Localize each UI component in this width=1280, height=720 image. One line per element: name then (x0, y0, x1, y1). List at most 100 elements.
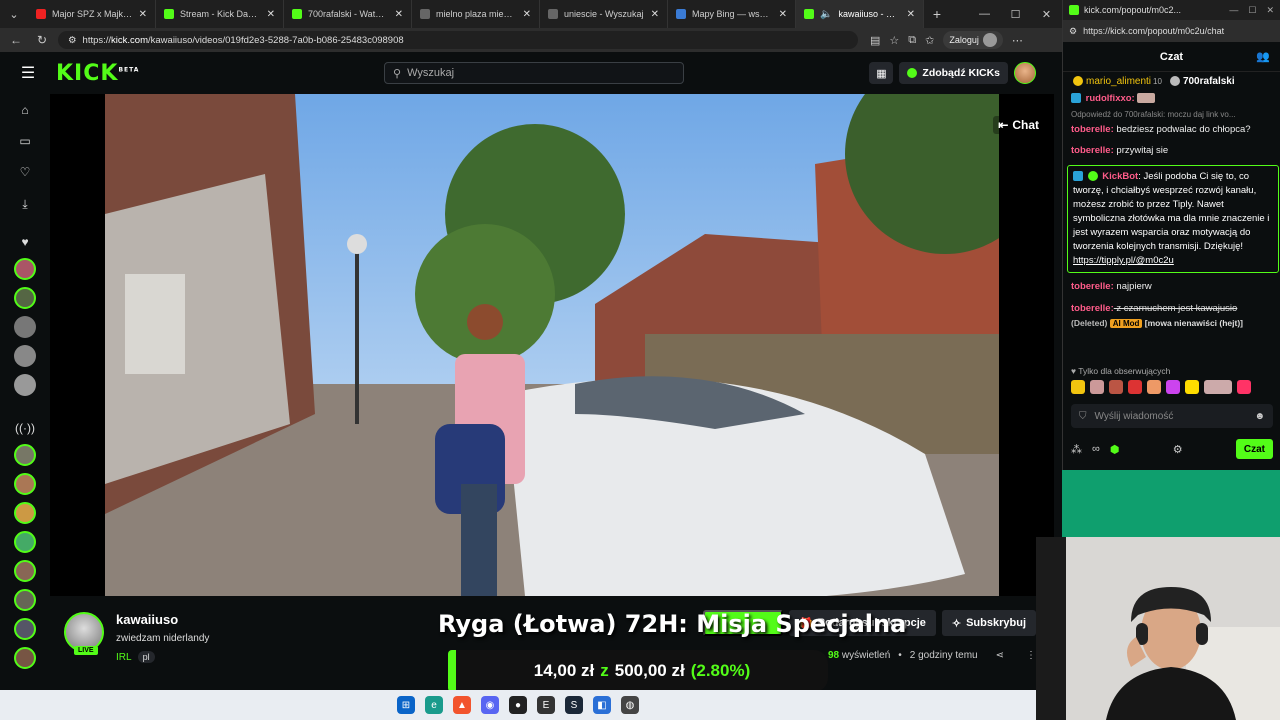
recommended-channel-avatar[interactable] (14, 589, 36, 611)
profile-login-button[interactable]: Zaloguj (943, 31, 1003, 49)
browser-tab[interactable]: 700rafalski - Watch the V ✕ (284, 0, 412, 28)
emote-icon[interactable] (1109, 380, 1123, 394)
emote-icon[interactable] (1237, 380, 1251, 394)
browser-tab[interactable]: Stream - Kick Dashboard ✕ (156, 0, 284, 28)
close-tab-icon[interactable]: ✕ (523, 9, 531, 20)
close-tab-icon[interactable]: ✕ (907, 9, 915, 20)
streamer-name[interactable]: kawaiiuso (116, 612, 178, 627)
chat-username[interactable]: rudolfixxo: (1086, 93, 1135, 104)
app-icon[interactable]: ◍ (621, 696, 639, 714)
recommended-channel-avatar[interactable] (14, 618, 36, 640)
chat-username[interactable]: toberelle: (1071, 303, 1114, 314)
maximize-icon[interactable]: ☐ (1000, 8, 1031, 21)
emote-icon[interactable] (1090, 380, 1104, 394)
reply-context[interactable]: Odpowiedź do 700rafalski: moczu daj link… (1071, 108, 1275, 122)
obs-icon[interactable]: ● (509, 696, 527, 714)
emote-icon[interactable] (1128, 380, 1142, 394)
chat-username[interactable]: toberelle: (1071, 281, 1114, 292)
followed-channel-avatar[interactable] (14, 345, 36, 367)
back-arrow-icon[interactable]: ← (6, 33, 26, 47)
emoji-picker-icon[interactable]: ☻ (1254, 411, 1265, 422)
edge-icon[interactable]: e (425, 696, 443, 714)
language-tag[interactable]: pl (137, 651, 155, 663)
close-tab-icon[interactable]: ✕ (651, 9, 659, 20)
get-kicks-button[interactable]: Zdobądź KICKs (899, 62, 1008, 84)
minimize-icon[interactable]: — (1229, 5, 1238, 16)
gear-icon[interactable]: ⚙ (1173, 443, 1183, 456)
minimize-icon[interactable]: — (969, 8, 1000, 21)
close-tab-icon[interactable]: ✕ (395, 9, 403, 20)
followed-channel-avatar[interactable] (14, 316, 36, 338)
kick-logo[interactable]: KICKBETA (56, 61, 139, 86)
download-icon[interactable]: ⤓ (15, 194, 35, 214)
video-frame[interactable] (105, 94, 999, 596)
infinity-icon[interactable]: ∞ (1092, 443, 1100, 455)
hamburger-menu-icon[interactable]: ☰ (0, 63, 56, 83)
recommended-channel-avatar[interactable] (14, 531, 36, 553)
browser-tab[interactable]: uniescie - Wyszukaj ✕ (540, 0, 668, 28)
chat-address-bar[interactable]: ⚙ https://kick.com/popout/m0c2u/chat (1063, 20, 1280, 42)
app-icon[interactable]: ◧ (593, 696, 611, 714)
browser-tab[interactable]: Major SPZ x Majki - "Kai ✕ (28, 0, 156, 28)
chat-username[interactable]: toberelle: (1071, 145, 1114, 156)
favorites-icon[interactable]: ✩ (925, 34, 934, 47)
recommended-channel-avatar[interactable] (14, 473, 36, 495)
show-chat-button[interactable]: ⇤ Chat (993, 116, 1044, 134)
steam-icon[interactable]: S (565, 696, 583, 714)
recommended-channel-avatar[interactable] (14, 502, 36, 524)
close-tab-icon[interactable]: ✕ (139, 9, 147, 20)
browser-tab[interactable]: mielno plaza mieszkania ✕ (412, 0, 540, 28)
recommended-channel-avatar[interactable] (14, 560, 36, 582)
chat-message-input[interactable]: ⛉ Wyślij wiadomość ☻ (1071, 404, 1273, 428)
more-options-icon[interactable]: ⋮ (1026, 650, 1036, 661)
windows-start-icon[interactable]: ⊞ (397, 696, 415, 714)
video-player[interactable]: ⇤ Chat (50, 94, 1054, 596)
browser-tab-active[interactable]: 🔈 kawaiiuso - Watch th ✕ (796, 0, 924, 28)
emote-icon[interactable] (1071, 380, 1085, 394)
following-heart-icon[interactable]: ♡ (15, 162, 35, 182)
chat-username[interactable]: KickBot (1102, 171, 1138, 182)
subscribe-button[interactable]: ✧ Subskrybuj (941, 610, 1036, 636)
brave-icon[interactable]: ▲ (453, 696, 471, 714)
search-input[interactable]: ⚲ Wyszukaj (384, 62, 684, 84)
close-window-icon[interactable]: ✕ (1266, 5, 1274, 16)
recommended-channel-avatar[interactable] (14, 647, 36, 669)
chat-send-button[interactable]: Czat (1235, 439, 1273, 459)
emote-icon[interactable] (1204, 380, 1232, 394)
browse-icon[interactable]: ▭ (15, 131, 35, 151)
epic-games-icon[interactable]: E (537, 696, 555, 714)
layout-toggle-icon[interactable]: ▦ (869, 62, 894, 84)
recommended-channel-avatar[interactable] (14, 444, 36, 466)
followed-channel-avatar[interactable] (14, 374, 36, 396)
gifter-1[interactable]: mario_alimenti 10 (1073, 76, 1162, 87)
close-window-icon[interactable]: ✕ (1031, 8, 1062, 21)
close-tab-icon[interactable]: ✕ (267, 9, 275, 20)
category-link[interactable]: IRL (116, 652, 132, 663)
home-icon[interactable]: ⌂ (15, 100, 35, 120)
tipply-link[interactable]: https://tipply.pl/@m0c2u (1073, 255, 1174, 266)
discord-icon[interactable]: ◉ (481, 696, 499, 714)
more-menu-icon[interactable]: ⋯ (1012, 34, 1023, 47)
emote-icon[interactable] (1147, 380, 1161, 394)
share-icon[interactable]: ⋖ (996, 650, 1004, 661)
browser-tab[interactable]: Mapy Bing — wskazówki ✕ (668, 0, 796, 28)
gifter-2[interactable]: 700rafalski (1169, 76, 1235, 87)
users-icon[interactable]: 👥 (1256, 50, 1270, 63)
user-avatar[interactable] (1014, 62, 1036, 84)
new-tab-plus-icon[interactable]: + (924, 6, 950, 22)
url-field[interactable]: ⚙ https://kick.com/kawaiiuso/videos/019f… (58, 31, 858, 49)
maximize-icon[interactable]: ☐ (1248, 5, 1256, 16)
tab-actions-chevron-icon[interactable]: ⌄ (0, 0, 28, 28)
reload-icon[interactable]: ↻ (32, 33, 52, 47)
chat-window-tab[interactable]: kick.com/popout/m0c2... — ☐ ✕ (1063, 0, 1280, 20)
followed-channel-avatar[interactable] (14, 287, 36, 309)
site-info-icon[interactable]: ⚙ (68, 35, 77, 46)
star-icon[interactable]: ☆ (889, 34, 899, 47)
points-icon[interactable]: ⁂ (1071, 443, 1082, 456)
followed-channel-avatar[interactable] (14, 258, 36, 280)
emote-icon[interactable] (1166, 380, 1180, 394)
close-tab-icon[interactable]: ✕ (779, 9, 787, 20)
chat-username[interactable]: toberelle: (1071, 124, 1114, 135)
reader-icon[interactable]: ▤ (870, 34, 880, 47)
emote-icon[interactable] (1185, 380, 1199, 394)
